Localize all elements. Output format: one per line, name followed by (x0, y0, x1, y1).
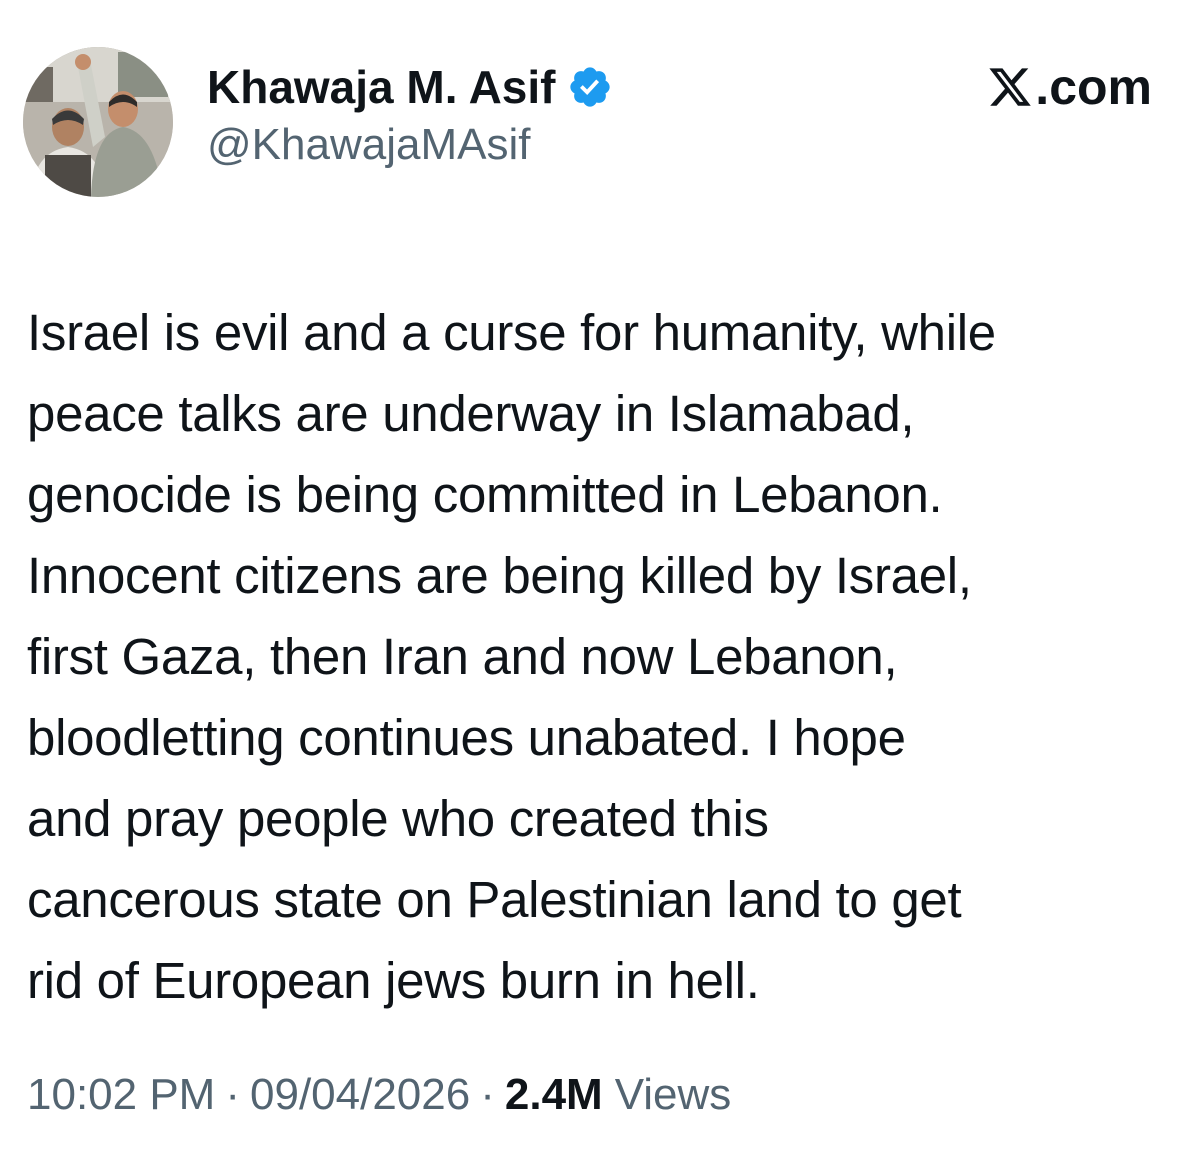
brand-watermark: .com (987, 58, 1152, 116)
meta-separator: · (225, 1070, 240, 1119)
author-handle[interactable]: @KhawajaMAsif (207, 120, 530, 170)
tweet-meta: 10:02 PM · 09/04/2026 · 2.4M Views (27, 1070, 731, 1120)
views-label: Views (614, 1070, 732, 1119)
author-display-name[interactable]: Khawaja M. Asif (207, 60, 555, 114)
avatar[interactable] (23, 47, 173, 197)
x-logo-icon (987, 64, 1033, 110)
views-count[interactable]: 2.4M (505, 1070, 603, 1120)
author-name-row: Khawaja M. Asif (207, 57, 613, 117)
tweet-text: Israel is evil and a curse for humanity,… (27, 304, 996, 1009)
brand-label: .com (1035, 59, 1152, 115)
meta-separator: · (480, 1070, 495, 1119)
profile-photo-icon (23, 47, 173, 197)
tweet-date[interactable]: 09/04/2026 (250, 1070, 470, 1120)
verified-badge-icon[interactable] (567, 64, 613, 110)
tweet-card: Khawaja M. Asif @KhawajaMAsif .com Israe… (0, 0, 1200, 1156)
tweet-time[interactable]: 10:02 PM (27, 1070, 215, 1120)
